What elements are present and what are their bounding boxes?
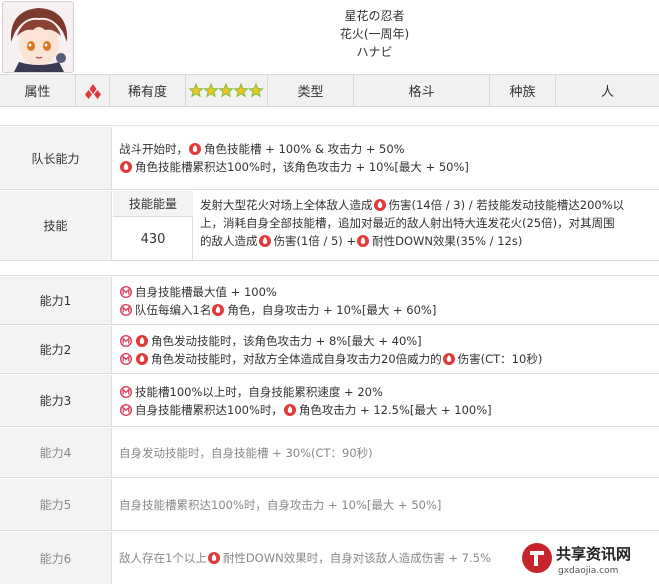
ability-label: 能力3 xyxy=(0,375,112,426)
leader-text-1b: 角色技能槽 + 100% & 攻击力 + 50% xyxy=(204,142,405,156)
ability-label: 能力4 xyxy=(0,428,112,477)
name-kana: ハナビ xyxy=(356,45,393,59)
leader-ability-label: 队长能力 xyxy=(0,127,112,189)
section-spacer xyxy=(0,262,659,276)
ability-label: 能力5 xyxy=(0,479,112,530)
fire-icon xyxy=(442,352,455,365)
leader-text-1a: 战斗开始时， xyxy=(119,142,188,156)
site-watermark: 共享资讯网 gxdaojia.com xyxy=(518,538,653,578)
m-badge-icon xyxy=(120,352,132,365)
watermark-title: 共享资讯网 xyxy=(556,545,631,563)
character-avatar xyxy=(2,1,74,73)
m-badge-icon xyxy=(120,334,132,347)
race-label: 种族 xyxy=(490,75,556,106)
fire-icon xyxy=(136,352,148,365)
fire-icon xyxy=(283,403,296,416)
leader-ability-content: 战斗开始时， 角色技能槽 + 100% & 攻击力 + 50% 角色技能槽累积达… xyxy=(113,127,659,189)
five-star-icon xyxy=(188,82,264,98)
ability-row: 能力4 自身发动技能时，自身技能槽 + 30%(CT：90秒) xyxy=(0,428,659,478)
character-header: 星花の忍者 花火(一周年) ハナビ xyxy=(0,0,659,75)
race-value: 人 xyxy=(600,85,614,100)
skill-energy-label: 技能能量 xyxy=(113,191,193,217)
fire-icon xyxy=(258,235,271,247)
fire-icon xyxy=(189,143,201,155)
leader-text-2: 角色技能槽累积达100%时，该角色攻击力 + 10%[最大 + 50%] xyxy=(135,160,469,174)
fire-icon xyxy=(136,334,148,347)
m-badge-icon xyxy=(120,285,132,298)
ability-label: 能力1 xyxy=(0,277,112,324)
name-japanese-title: 星花の忍者 xyxy=(344,9,405,23)
ability-row: 能力3 技能槽100%以上时，自身技能累积速度 + 20% 自身技能槽累积达10… xyxy=(0,375,659,427)
section-spacer xyxy=(0,108,659,126)
info-row: 属性 稀有度 类型 格斗 种族 人 xyxy=(0,75,659,107)
skill-row: 技能 技能能量 430 发射大型花火对场上全体敌人造成 伤害(14倍 / 3) … xyxy=(0,191,659,261)
leader-ability-row: 队长能力 战斗开始时， 角色技能槽 + 100% & 攻击力 + 50% 角色技… xyxy=(0,127,659,190)
watermark-sub: gxdaojia.com xyxy=(558,566,618,576)
skill-description: 发射大型花火对场上全体敌人造成 伤害(14倍 / 3) / 若技能发动技能槽达2… xyxy=(200,198,625,248)
fire-attribute-icon xyxy=(84,83,101,99)
skill-energy-value: 430 xyxy=(140,231,166,247)
watermark-logo-icon: 共享资讯网 gxdaojia.com xyxy=(518,538,653,578)
attribute-value xyxy=(76,75,110,106)
fire-icon xyxy=(120,161,132,173)
fire-icon xyxy=(373,199,386,211)
fire-icon xyxy=(207,552,220,564)
rarity-label: 稀有度 xyxy=(110,75,186,106)
fire-icon xyxy=(212,303,225,316)
ability-row: 能力5 自身技能槽累积达100%时，自身攻击力 + 10%[最大 + 50%] xyxy=(0,479,659,531)
character-names: 星花の忍者 花火(一周年) ハナビ xyxy=(90,7,659,61)
m-badge-icon xyxy=(120,385,132,398)
m-badge-icon xyxy=(120,303,132,316)
type-label: 类型 xyxy=(268,75,354,106)
m-badge-icon xyxy=(120,403,132,416)
character-page: 星花の忍者 花火(一周年) ハナビ 属性 稀有度 类型 格斗 种族 人 队长能力… xyxy=(0,0,659,584)
ability-row: 能力2 角色发动技能时，该角色攻击力 + 8%[最大 + 40%] 角色发动技能… xyxy=(0,326,659,374)
attribute-label: 属性 xyxy=(0,75,76,106)
type-value: 格斗 xyxy=(354,75,490,106)
name-chinese: 花火(一周年) xyxy=(339,27,410,41)
skill-label: 技能 xyxy=(0,191,112,260)
character-portrait-icon xyxy=(3,2,73,72)
ability-label: 能力2 xyxy=(0,326,112,373)
ability-label: 能力6 xyxy=(0,532,112,584)
rarity-stars xyxy=(186,75,268,106)
ability-row: 能力1 自身技能槽最大值 + 100% 队伍每编入1名 角色，自身攻击力 + 1… xyxy=(0,277,659,325)
fire-icon xyxy=(357,235,370,247)
